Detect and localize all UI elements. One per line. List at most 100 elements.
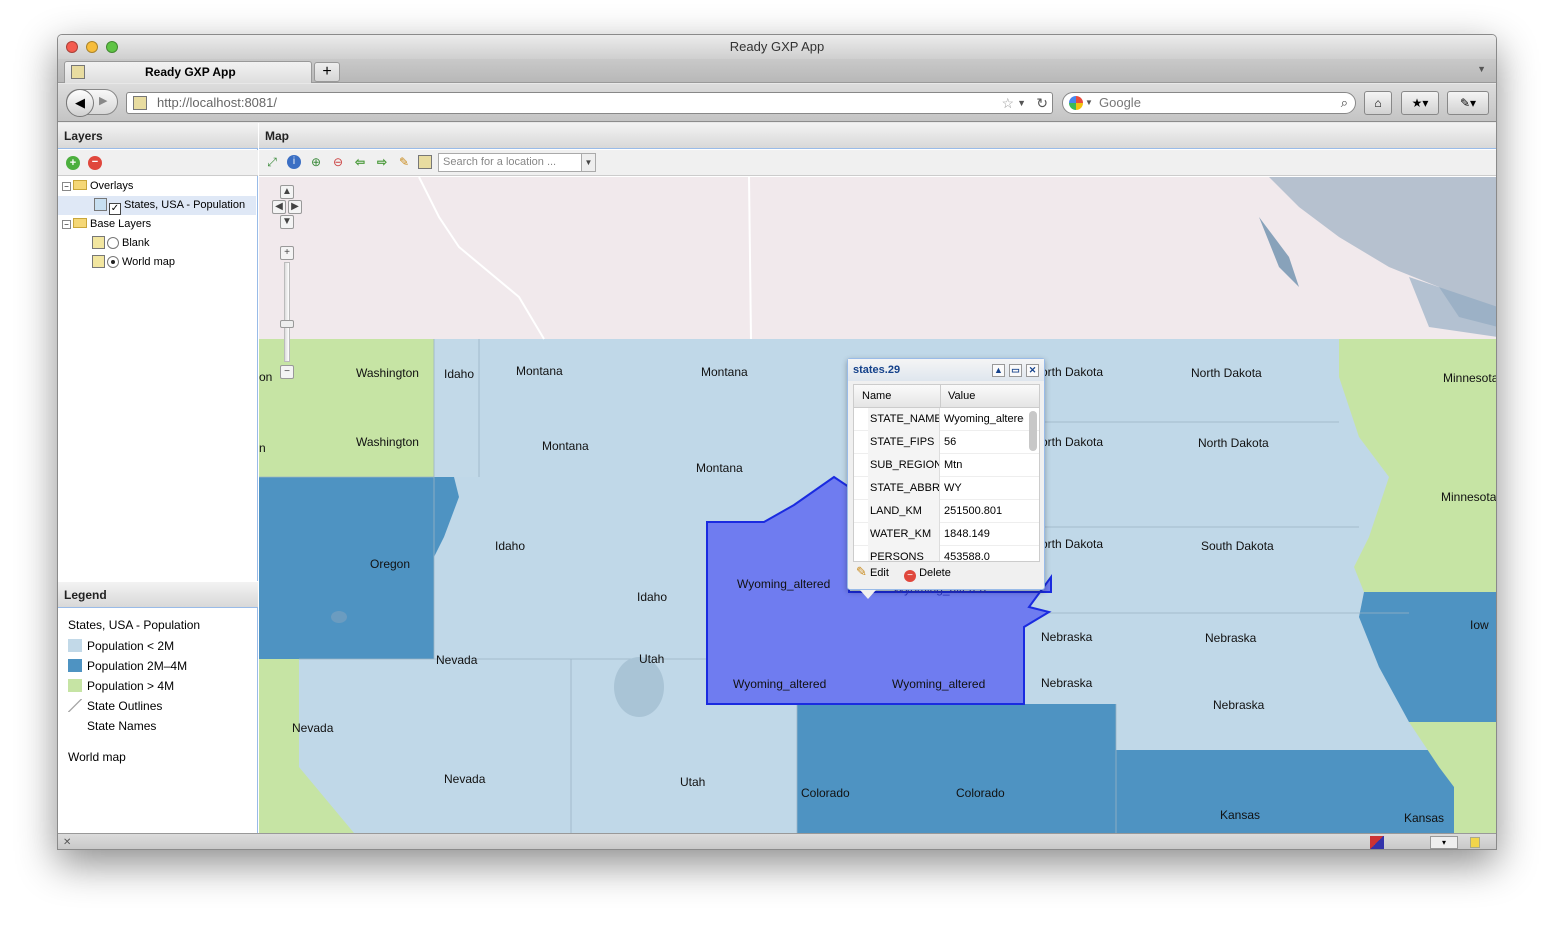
legend-item-high: Population > 4M [68,679,174,693]
grid-row[interactable]: PERSONS 453588.0 [854,546,1039,561]
bookmarks-button[interactable]: ★▾ [1401,91,1439,115]
attr-value: Mtn [944,459,963,471]
close-popup-button[interactable]: ✕ [1026,364,1039,377]
layer-item-label: Blank [122,237,150,249]
base-layers-node[interactable]: − Base Layers [58,215,256,234]
extension-button[interactable]: ✎▾ [1447,91,1489,115]
home-button[interactable]: ⌂ [1364,91,1392,115]
popup-pointer [860,590,876,599]
collapse-icon[interactable]: − [62,182,71,191]
unpin-popup-button[interactable]: ▭ [1009,364,1022,377]
map-label: Wyoming_altered [733,677,827,691]
layer-item-world-map[interactable]: World map [58,253,256,272]
col-value-header[interactable]: Value [948,385,975,408]
addon-bar-icon[interactable]: ▾ [1430,836,1458,849]
map-label: Nebraska [1213,698,1265,712]
folder-icon [73,180,87,190]
remove-layer-icon[interactable]: − [88,156,102,170]
folder-icon [73,218,87,228]
zoom-to-extent-icon[interactable]: ⤢ [265,155,279,169]
grid-row[interactable]: SUB_REGION Mtn [854,454,1039,477]
map-label: Utah [680,775,706,789]
feature-info-popup: states.29 ▲ ▭ ✕ Name Value STATE_NAME Wyo… [847,358,1045,599]
browser-window: Ready GXP App Ready GXP App + ▼ ◀ ▶ http… [57,34,1497,850]
map-label: Kansas [1220,808,1261,822]
map-label: North Dakota [1198,436,1269,450]
layer-icon [92,255,105,268]
window-title: Ready GXP App [729,39,825,54]
forward-button[interactable]: ▶ [99,94,107,107]
location-search-input[interactable]: Search for a location ... ▼ [438,153,596,172]
great-salt-lake [614,657,664,717]
bookmark-star-icon[interactable]: ☆ [1001,93,1014,113]
popup-header: states.29 ▲ ▭ ✕ [848,359,1044,381]
zoom-slider-handle[interactable] [280,320,294,328]
google-logo-icon [1069,96,1083,110]
edit-button[interactable]: ✎ Edit [856,564,889,580]
legend-item-outlines: State Outlines [68,699,162,713]
search-field[interactable]: ▼ Google ⌕ [1062,92,1356,114]
collapse-icon[interactable]: − [62,220,71,229]
zoom-out-button[interactable]: − [280,365,294,379]
zoom-slider-track[interactable] [284,262,290,362]
pan-right-button[interactable]: ▶ [288,200,302,214]
map-label: Oregon [370,557,411,571]
layer-tree: − Overlays ✓ States, USA - Population − Bas… [58,177,256,272]
tab-list-icon[interactable]: ▼ [1477,64,1486,74]
pagespeed-icon[interactable] [1470,837,1480,848]
zoom-in-icon[interactable]: ⊕ [309,155,323,169]
layer-item-states[interactable]: ✓ States, USA - Population [58,196,256,215]
new-tab-button[interactable]: + [314,62,340,82]
map-canvas[interactable]: ▲ ◀ ▶ ▼ + − Washington Washington on n I… [259,177,1496,833]
collapse-popup-button[interactable]: ▲ [992,364,1005,377]
edit-feature-icon[interactable]: ✎ [397,155,411,169]
search-placeholder: Google [1099,95,1141,110]
map-label: Colorado [956,786,1005,800]
pan-down-button[interactable]: ▼ [280,215,294,229]
minimize-window-button[interactable] [86,41,98,53]
magnifier-icon[interactable]: ⌕ [1341,93,1348,113]
map-label: Washington [356,435,419,449]
pan-up-button[interactable]: ▲ [280,185,294,199]
layer-visibility-checkbox[interactable]: ✓ [109,203,121,215]
add-layer-icon[interactable]: + [66,156,80,170]
col-name-header[interactable]: Name [862,385,891,408]
delete-button[interactable]: − Delete [904,567,951,582]
layer-icon [94,198,107,211]
close-window-button[interactable] [66,41,78,53]
grid-header: Name Value [854,385,1039,408]
browser-status-bar: ✕ ▾ [58,833,1496,849]
grid-scrollbar[interactable] [1029,411,1037,451]
legend-label: Population > 4M [87,679,175,693]
layer-switch-icon[interactable] [418,155,432,169]
back-button[interactable]: ◀ [66,89,94,117]
grid-row[interactable]: LAND_KM 251500.801 [854,500,1039,523]
address-bar[interactable]: http://localhost:8081/ ☆ ▼ ↻ [126,92,1053,114]
grid-row[interactable]: STATE_ABBR WY [854,477,1039,500]
pan-left-button[interactable]: ◀ [272,200,286,214]
next-extent-icon[interactable]: ⇨ [375,155,389,169]
overlays-node[interactable]: − Overlays [58,177,256,196]
location-dropdown-icon[interactable]: ▼ [581,154,595,171]
browser-tab[interactable]: Ready GXP App [64,61,312,83]
grid-row[interactable]: STATE_FIPS 56 [854,431,1039,454]
grid-row[interactable]: STATE_NAME Wyoming_altered [854,408,1039,431]
info-icon[interactable]: i [287,155,301,169]
attr-name: STATE_FIPS [868,431,940,454]
layer-icon [92,236,105,249]
legend-base-title: World map [68,750,126,764]
map-label: Wyoming_altered [892,677,986,691]
grid-row[interactable]: WATER_KM 1848.149 [854,523,1039,546]
reload-icon[interactable]: ↻ [1036,93,1048,113]
previous-extent-icon[interactable]: ⇦ [353,155,367,169]
base-layer-radio[interactable] [107,256,119,268]
zoom-out-icon[interactable]: ⊖ [331,155,345,169]
base-layer-radio[interactable] [107,237,119,249]
zoom-in-button[interactable]: + [280,246,294,260]
history-dropdown-icon[interactable]: ▼ [1017,93,1026,113]
layer-item-blank[interactable]: Blank [58,234,256,253]
zoom-window-button[interactable] [106,41,118,53]
california-region [259,659,299,833]
search-engine-dropdown-icon[interactable]: ▼ [1085,93,1093,113]
firebug-icon[interactable] [1370,836,1384,849]
